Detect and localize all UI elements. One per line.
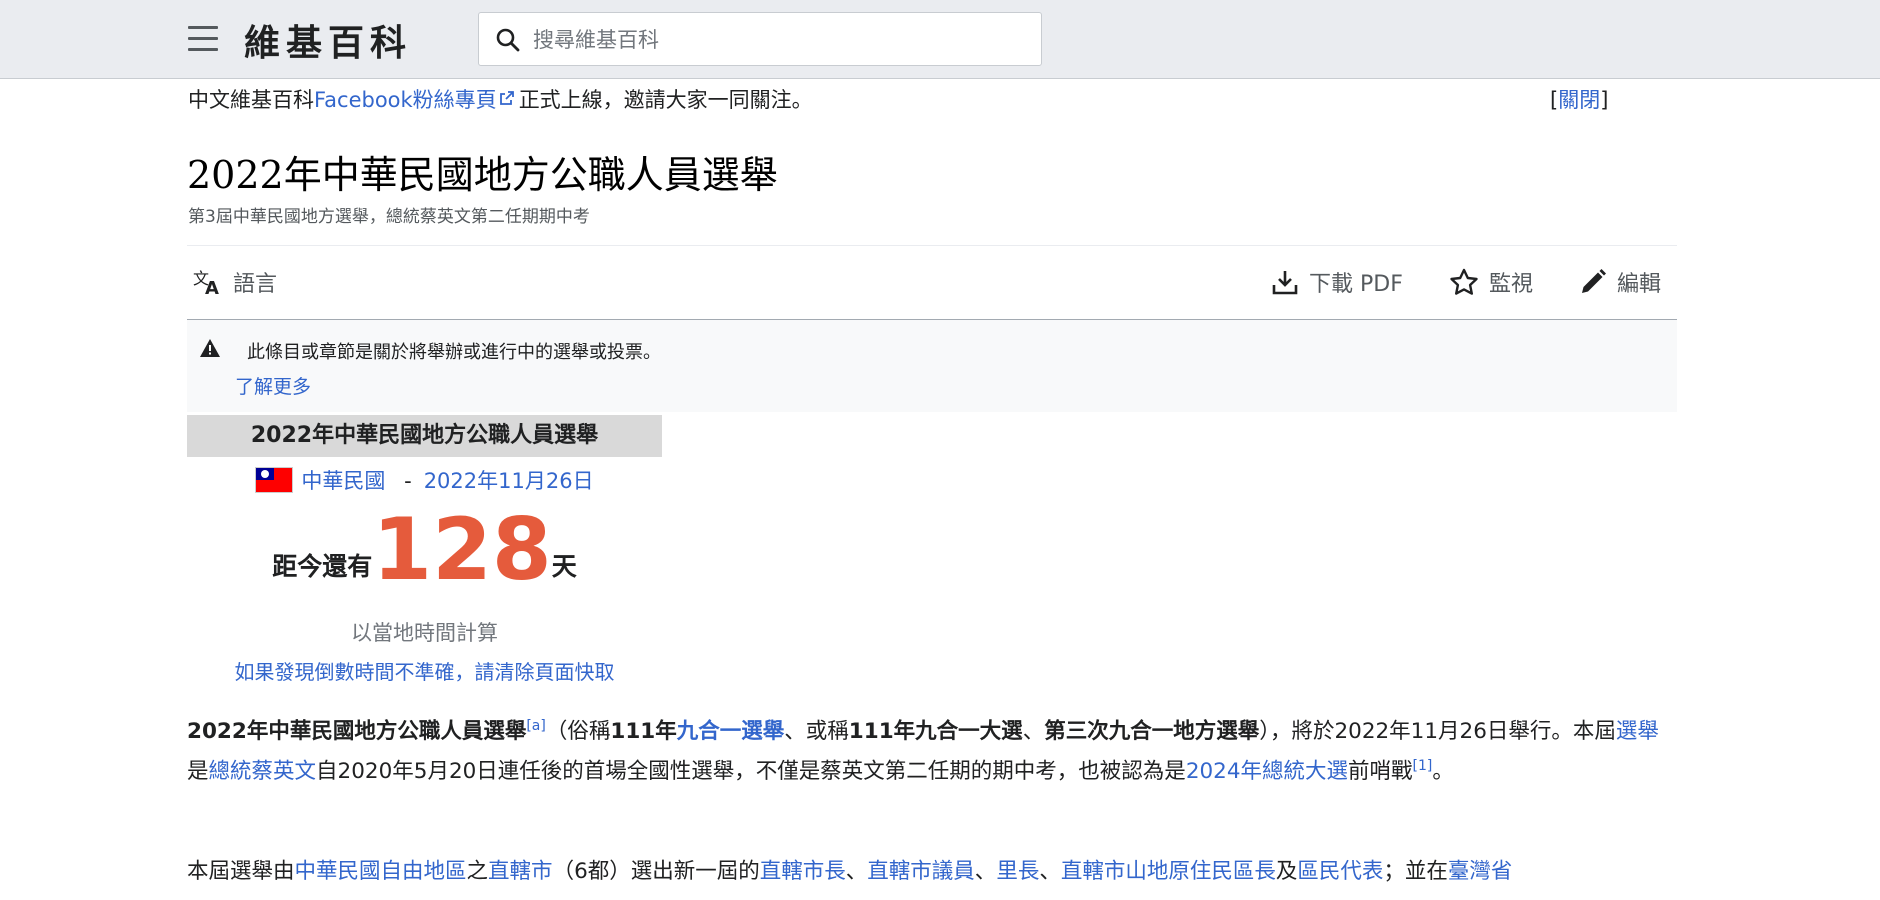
star-icon [1450, 268, 1478, 295]
countdown-days: 128 [372, 500, 552, 600]
text-span: 前哨戰 [1348, 759, 1413, 784]
notice-prefix: 中文維基百科 [188, 88, 314, 112]
footnote-1[interactable]: [1] [1413, 758, 1433, 774]
pencil-icon [1582, 269, 1606, 293]
site-header: 維基百科 [0, 0, 1880, 79]
country-link[interactable]: 中華民國 [301, 469, 385, 493]
countdown-prefix: 距今還有 [272, 552, 373, 581]
language-button[interactable]: 文A 語言 [193, 266, 277, 298]
link-mayor[interactable]: 直轄市長 [760, 859, 846, 884]
current-event-notice: 此條目或章節是關於將舉辦或進行中的選舉或投票。 了解更多 [187, 320, 1677, 412]
learn-more-link[interactable]: 了解更多 [235, 372, 311, 399]
article-bold-title: 2022年中華民國地方公職人員選舉 [187, 719, 527, 744]
search-icon[interactable] [495, 27, 521, 53]
link-2024-election[interactable]: 2024年總統大選 [1186, 759, 1348, 784]
link-free-area[interactable]: 中華民國自由地區 [295, 859, 467, 884]
wikipedia-wordmark[interactable]: 維基百科 [244, 14, 412, 66]
text-span: 自2020年5月20日連任後的首場全國性選舉，不僅是蔡英文第二任期的期中考，也被… [316, 759, 1186, 784]
article-paragraph-2: 本屆選舉由中華民國自由地區之直轄市（6都）選出新一屆的直轄市長、直轄市議員、里長… [187, 852, 1672, 892]
warning-icon [200, 339, 220, 357]
page-title: 2022年中華民國地方公職人員選舉 [187, 153, 778, 197]
svg-text:A: A [205, 278, 219, 296]
notice-message: 此條目或章節是關於將舉辦或進行中的選舉或投票。 [247, 342, 661, 363]
bold-span: 111年九合一大選 [848, 719, 1023, 744]
notice-close-button[interactable]: 關閉 [1558, 88, 1600, 112]
watch-button[interactable]: 監視 [1449, 266, 1533, 298]
hamburger-menu-icon[interactable] [188, 26, 218, 52]
link-special-municipality[interactable]: 直轄市 [488, 859, 553, 884]
download-icon [1272, 271, 1298, 295]
page-toolbar: 文A 語言 下載 PDF 監視 編輯 [187, 246, 1677, 320]
text-span: ；並在 [1383, 859, 1448, 884]
text-span: 是 [187, 759, 209, 784]
link-village-chief[interactable]: 里長 [996, 859, 1039, 884]
article-paragraph-1: 2022年中華民國地方公職人員選舉[a]（俗稱111年九合一選舉、或稱111年九… [187, 712, 1672, 792]
purge-cache-link[interactable]: 如果發現倒數時間不準確，請清除頁面快取 [187, 656, 662, 685]
language-icon: 文A [193, 269, 219, 296]
text-span: 、 [1022, 719, 1045, 744]
search-box[interactable] [478, 12, 1042, 66]
election-date-link[interactable]: 2022年11月26日 [424, 469, 594, 493]
countdown-counter: 距今還有128天 [187, 500, 662, 600]
site-notice: 中文維基百科Facebook粉絲專頁 正式上線，邀請大家一同關注。 [188, 84, 813, 114]
notice-close: [關閉] [1550, 88, 1609, 112]
link-nine-in-one-election[interactable]: 九合一選舉 [677, 719, 785, 744]
download-label: 下載 PDF [1309, 272, 1403, 297]
text-span: （6都）選出新一屆的 [552, 859, 760, 884]
text-span: 本屆選舉由 [187, 859, 295, 884]
language-label: 語言 [233, 272, 278, 297]
link-taiwan-province[interactable]: 臺灣省 [1448, 859, 1513, 884]
separator-dash: - [404, 469, 412, 493]
bold-span: 第三次九合一地方選舉 [1044, 719, 1260, 744]
countdown-location-row: 中華民國 -2022年11月26日 [187, 465, 662, 495]
text-span: ），將於2022年11月26日舉行。本屆 [1259, 719, 1616, 744]
link-indigenous-district-chief[interactable]: 直轄市山地原住民區長 [1061, 859, 1276, 884]
edit-button[interactable]: 編輯 [1579, 266, 1661, 298]
link-councilor[interactable]: 直轄市議員 [867, 859, 975, 884]
facebook-page-link[interactable]: Facebook粉絲專頁 [314, 88, 519, 112]
download-pdf-button[interactable]: 下載 PDF [1271, 266, 1403, 298]
link-district-representative[interactable]: 區民代表 [1297, 859, 1383, 884]
text-span: 。 [1432, 759, 1454, 784]
roc-flag-icon [255, 467, 294, 493]
text-span: 、 [974, 859, 997, 884]
text-span: 、或稱 [784, 719, 849, 744]
text-span: 、 [1039, 859, 1061, 884]
external-link-icon [499, 91, 514, 105]
text-span: 及 [1275, 859, 1298, 884]
bold-span: 111年 [610, 719, 677, 744]
edit-label: 編輯 [1617, 272, 1662, 297]
footnote-a[interactable]: [a] [526, 718, 546, 734]
notice-suffix: 正式上線，邀請大家一同關注。 [518, 88, 813, 112]
watch-label: 監視 [1489, 272, 1534, 297]
text-span: 、 [845, 859, 868, 884]
link-president[interactable]: 總統 [209, 759, 252, 784]
text-span: 之 [466, 859, 489, 884]
countdown-suffix: 天 [551, 552, 577, 581]
link-tsai-ing-wen[interactable]: 蔡英文 [252, 759, 317, 784]
countdown-header: 2022年中華民國地方公職人員選舉 [187, 415, 662, 457]
search-input[interactable] [531, 23, 1015, 57]
link-election[interactable]: 選舉 [1616, 719, 1659, 744]
countdown-note: 以當地時間計算 [351, 621, 498, 645]
page-tagline: 第3屆中華民國地方選舉，總統蔡英文第二任期期中考 [188, 207, 590, 227]
text-span: （俗稱 [545, 719, 611, 744]
